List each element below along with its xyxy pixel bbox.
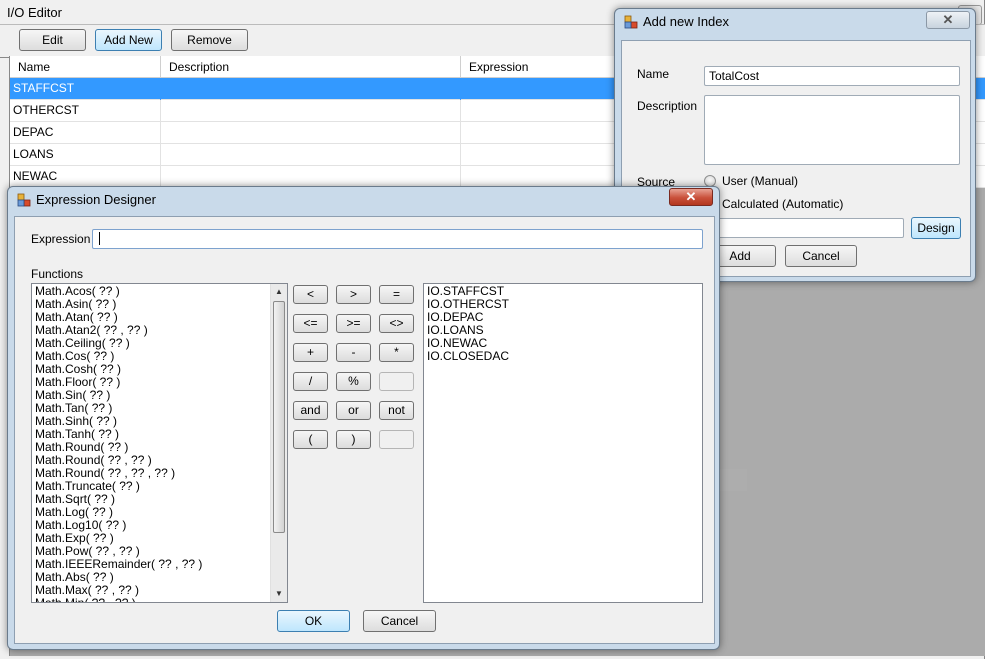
scroll-down-icon[interactable]: ▼ [271, 586, 287, 602]
text-cursor [99, 232, 100, 245]
scroll-thumb[interactable] [273, 301, 285, 533]
operator-modulo-button[interactable]: % [336, 372, 371, 391]
expression-input[interactable] [92, 229, 703, 249]
operator-multiply-button[interactable]: * [379, 343, 414, 362]
operator-greater-equal-button[interactable]: >= [336, 314, 371, 333]
row-description [161, 144, 461, 166]
operator-not-button[interactable]: not [379, 401, 414, 420]
row-description [161, 78, 461, 100]
operator-less-than-button[interactable]: < [293, 285, 328, 304]
operator-or-button[interactable]: or [336, 401, 371, 420]
row-description [161, 122, 461, 144]
expression-designer-window: Expression Designer ✕ Expression Functio… [7, 186, 720, 650]
row-name: OTHERCST [10, 100, 161, 122]
operator-equals-button[interactable]: = [379, 285, 414, 304]
name-input[interactable]: TotalCost [704, 66, 960, 86]
row-name: DEPAC [10, 122, 161, 144]
operator-minus-button[interactable]: - [336, 343, 371, 362]
expression-designer-close-button[interactable]: ✕ [669, 188, 713, 206]
functions-label: Functions [31, 267, 84, 281]
source-calculated-label: Calculated (Automatic) [722, 197, 844, 211]
app-icon [624, 15, 638, 29]
operator-open-paren-button[interactable]: ( [293, 430, 328, 449]
description-input[interactable] [704, 95, 960, 165]
operator-blank-button [379, 372, 414, 391]
ok-button[interactable]: OK [277, 610, 350, 632]
expression-designer-client: Expression Functions Math.Acos( ?? ) Math… [14, 216, 715, 644]
app-icon [17, 193, 31, 207]
variables-list[interactable]: IO.STAFFCST IO.OTHERCST IO.DEPAC IO.LOANS IO… [423, 283, 703, 603]
operator-divide-button[interactable]: / [293, 372, 328, 391]
operator-greater-than-button[interactable]: > [336, 285, 371, 304]
operator-not-equal-button[interactable]: <> [379, 314, 414, 333]
source-manual-label: User (Manual) [722, 174, 799, 188]
cancel-button[interactable]: Cancel [785, 245, 857, 267]
function-item[interactable]: Math.Min( ?? , ?? ) [35, 597, 136, 603]
design-button[interactable]: Design [911, 217, 961, 239]
column-header-description[interactable]: Description [161, 56, 461, 78]
expression-designer-title: Expression Designer [36, 192, 156, 207]
edit-button[interactable]: Edit [19, 29, 86, 51]
expression-label: Expression [31, 232, 91, 246]
column-header-name[interactable]: Name [10, 56, 161, 78]
operator-plus-button[interactable]: + [293, 343, 328, 362]
name-label: Name [637, 67, 670, 81]
expression-input[interactable] [704, 218, 904, 238]
row-name: STAFFCST [10, 78, 161, 100]
row-name: LOANS [10, 144, 161, 166]
functions-scrollbar[interactable]: ▲ ▼ [270, 284, 287, 602]
row-description [161, 166, 461, 188]
operator-blank-button [379, 430, 414, 449]
row-name: NEWAC [10, 166, 161, 188]
add-index-close-button[interactable]: ✕ [926, 11, 970, 29]
operator-less-equal-button[interactable]: <= [293, 314, 328, 333]
io-editor-title: I/O Editor [7, 5, 62, 20]
operator-close-paren-button[interactable]: ) [336, 430, 371, 449]
row-description [161, 100, 461, 122]
functions-list[interactable]: Math.Acos( ?? ) Math.Asin( ?? ) Math.Atan(… [31, 283, 288, 603]
operator-and-button[interactable]: and [293, 401, 328, 420]
add-index-title: Add new Index [643, 14, 730, 29]
add-new-button[interactable]: Add New [95, 29, 162, 51]
remove-button[interactable]: Remove [171, 29, 248, 51]
cancel-button[interactable]: Cancel [363, 610, 436, 632]
description-label: Description [637, 99, 698, 113]
variable-item[interactable]: IO.CLOSEDAC [427, 350, 509, 363]
scroll-up-icon[interactable]: ▲ [271, 284, 287, 300]
